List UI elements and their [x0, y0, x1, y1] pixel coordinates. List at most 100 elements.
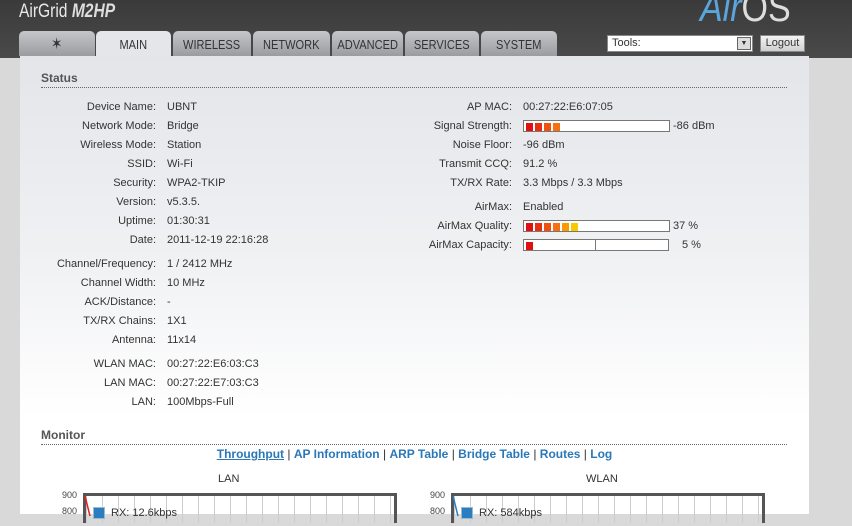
tab-system[interactable]: SYSTEM: [481, 31, 557, 56]
tools-label: Tools:: [612, 37, 641, 49]
status-label: TX/RX Rate:: [450, 177, 512, 189]
tab-advanced[interactable]: ADVANCED: [332, 31, 403, 56]
legend-swatch: [93, 507, 105, 520]
status-value: 00:27:22:E7:03:C3: [167, 377, 259, 389]
bar-segment: [526, 242, 533, 250]
status-label: Wireless Mode:: [80, 139, 156, 151]
status-value: 2011-12-19 22:16:28: [167, 234, 269, 246]
link-separator: |: [451, 447, 455, 461]
status-value: 91.2 %: [523, 158, 558, 170]
monitor-link-throughput[interactable]: Throughput: [217, 447, 284, 461]
airos-logo: AirOS: [700, 0, 791, 31]
monitor-link-routes[interactable]: Routes: [540, 447, 581, 461]
status-value: 10 MHz: [167, 277, 205, 289]
tab-wireless[interactable]: WIRELESS: [173, 31, 251, 56]
model-name: M2HP: [71, 1, 116, 22]
status-label: LAN:: [131, 396, 156, 408]
monitor-heading: Monitor: [41, 428, 787, 445]
bar-segment: [544, 223, 551, 231]
status-value: Station: [167, 139, 202, 151]
level-bar: [523, 239, 669, 251]
bar-segment: [571, 223, 578, 231]
y-tick: 800: [62, 506, 78, 516]
level-bar: [523, 120, 670, 132]
status-label: ACK/Distance:: [84, 296, 156, 308]
logout-button[interactable]: Logout: [760, 35, 805, 52]
status-value: 00:27:22:E6:07:05: [523, 101, 613, 113]
link-separator: |: [583, 447, 587, 461]
status-label: Version:: [116, 196, 156, 208]
chevron-down-icon: ▼: [737, 37, 751, 50]
tab-label: NETWORK: [263, 37, 320, 52]
tools-select[interactable]: Tools: ▼: [607, 35, 753, 52]
status-label: WLAN MAC:: [93, 358, 156, 370]
monitor-links: Throughput | AP Information | ARP Table …: [20, 447, 809, 461]
y-tick: 900: [430, 490, 446, 500]
tab-services[interactable]: SERVICES: [405, 31, 479, 56]
status-label: Signal Strength:: [433, 120, 512, 132]
status-label: Antenna:: [111, 334, 156, 346]
status-label: Network Mode:: [82, 120, 156, 132]
status-value: 00:27:22:E6:03:C3: [167, 358, 259, 370]
bar-segment: [544, 123, 551, 131]
y-tick: 900: [62, 490, 78, 500]
status-value: v5.3.5.: [167, 196, 201, 208]
monitor-link-arp-table[interactable]: ARP Table: [389, 447, 448, 461]
status-value: 100Mbps-Full: [167, 396, 234, 408]
status-value: Wi-Fi: [167, 158, 193, 170]
status-label: Device Name:: [86, 101, 156, 113]
monitor-link-log[interactable]: Log: [590, 447, 612, 461]
tab-network[interactable]: NETWORK: [253, 31, 330, 56]
tab-label: MAIN: [119, 37, 148, 52]
chart-title: LAN: [218, 473, 240, 485]
bar-segment: [535, 123, 542, 131]
y-tick: 800: [430, 506, 446, 516]
bar-segment: [553, 123, 560, 131]
status-label: AirMax Quality:: [437, 220, 512, 232]
status-label: SSID:: [127, 158, 156, 170]
monitor-link-bridge-table[interactable]: Bridge Table: [458, 447, 530, 461]
tab-main[interactable]: MAIN: [96, 31, 171, 58]
chart-legend: RX: 584kbps: [461, 507, 542, 520]
status-value: WPA2-TKIP: [167, 177, 226, 189]
legend-label: RX: 584kbps: [479, 507, 542, 519]
status-label: Security:: [113, 177, 156, 189]
tab-label: SYSTEM: [496, 37, 542, 52]
chart-title: WLAN: [586, 473, 618, 485]
tab-label: SERVICES: [414, 37, 470, 52]
link-separator: |: [533, 447, 537, 461]
status-value: 5 %: [682, 239, 701, 251]
status-value: 3.3 Mbps / 3.3 Mbps: [523, 177, 623, 189]
status-value: -86 dBm: [673, 120, 715, 132]
ubiquiti-logo-icon: ✶: [51, 36, 63, 53]
status-value: 1 / 2412 MHz: [167, 258, 233, 270]
level-bar: [523, 220, 670, 232]
monitor-link-ap-information[interactable]: AP Information: [294, 447, 380, 461]
status-label: TX/RX Chains:: [83, 315, 156, 327]
status-value: 1X1: [167, 315, 187, 327]
device-brand: AirGrid M2HP: [19, 1, 115, 23]
tab-label: ADVANCED: [337, 37, 398, 52]
bar-segment: [535, 223, 542, 231]
status-label: Channel/Frequency:: [56, 258, 156, 270]
tab-ubiquiti-logo[interactable]: ✶: [19, 31, 95, 56]
status-value: Bridge: [167, 120, 199, 132]
status-value: 37 %: [673, 220, 699, 232]
status-label: AirMax:: [474, 201, 512, 213]
status-value: -: [167, 296, 171, 308]
status-label: AirMax Capacity:: [428, 239, 512, 251]
bar-segment: [526, 123, 533, 131]
logo-air: Air: [700, 0, 742, 30]
status-label: Noise Floor:: [452, 139, 512, 151]
status-heading: Status: [41, 71, 787, 88]
chart-line: [452, 496, 459, 517]
bar-segment: [553, 223, 560, 231]
tab-label: WIRELESS: [183, 37, 241, 52]
status-value: 01:30:31: [167, 215, 210, 227]
bar-segment: [526, 223, 533, 231]
chart-legend: RX: 12.6kbps: [93, 507, 177, 520]
chart-line: [84, 496, 91, 517]
brand-name: AirGrid: [19, 1, 68, 22]
status-value: UBNT: [167, 101, 197, 113]
status-label: Channel Width:: [80, 277, 156, 289]
